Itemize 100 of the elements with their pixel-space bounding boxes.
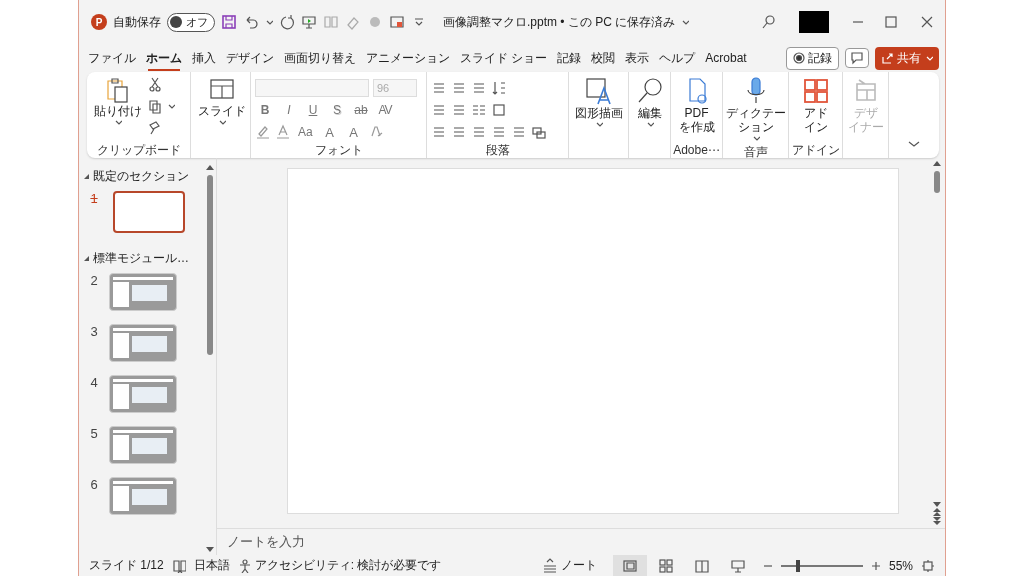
caret-icon [114, 118, 122, 126]
view-button[interactable] [612, 555, 647, 576]
align-center-icon [451, 124, 467, 140]
notes-button[interactable]: ノート [541, 557, 597, 574]
menu-tab[interactable]: スライド ショー [455, 45, 553, 71]
share-button[interactable]: 共有 [875, 46, 939, 70]
close-icon [919, 14, 935, 30]
slide-record-icon [389, 14, 405, 30]
slide-number: 5 [89, 426, 99, 441]
scissors-icon [147, 76, 163, 92]
highlighter-icon [255, 124, 271, 140]
maximize-icon [883, 14, 899, 30]
group-label: アドイン [791, 142, 840, 158]
autosave-label: 自動保存 [113, 13, 161, 31]
menu-tab[interactable]: ホーム [141, 45, 187, 71]
scroll-up-icon [933, 160, 941, 167]
font-style-button[interactable]: S [327, 103, 347, 117]
share-icon [881, 52, 893, 64]
caret-icon [167, 102, 175, 110]
sort-icon [491, 80, 507, 96]
search-icon [761, 14, 777, 30]
next-slide-icon [933, 517, 941, 526]
font-style-button[interactable]: I [279, 103, 299, 117]
chevron-down-icon [681, 18, 690, 26]
zoom-in-icon [870, 560, 881, 571]
font-style-button[interactable]: B [255, 103, 275, 117]
group-label: クリップボード [95, 142, 182, 158]
ribbon-button[interactable]: 編集 [631, 74, 668, 130]
fit-slide-icon [921, 558, 935, 573]
paste-button[interactable]: 貼り付け [91, 74, 145, 128]
minimize-icon [853, 21, 863, 23]
smartart-icon [531, 124, 547, 140]
menu-tab[interactable]: ヘルプ [654, 45, 701, 71]
bullets-icon [431, 80, 447, 96]
section-title[interactable]: 既定のセクション [93, 168, 189, 185]
group-label: 段落 [484, 142, 511, 158]
menu-tab[interactable]: 画面切り替え [279, 45, 361, 71]
presenter-icon [301, 14, 317, 30]
normal-view-icon [621, 557, 638, 574]
menu-tab[interactable]: 表示 [620, 45, 655, 71]
font-style-button[interactable]: ab [351, 103, 371, 117]
record-dot-icon [367, 14, 383, 30]
group-label: 音声 [743, 144, 768, 160]
new-slide-button[interactable]: スライド [195, 74, 249, 128]
font-color-icon [275, 124, 291, 140]
font-style-button[interactable]: AV [375, 103, 395, 117]
shapes-icon [583, 76, 614, 106]
align-left-icon [431, 124, 447, 140]
font-size-button[interactable]: A [343, 124, 364, 140]
slide-indicator: スライド 1/12 [89, 557, 164, 574]
align-right-icon [471, 124, 487, 140]
scroll-down-icon [933, 501, 941, 508]
scrollbar-thumb[interactable] [207, 175, 213, 355]
menu-tab[interactable]: 校閲 [586, 45, 621, 71]
layout-icon [323, 14, 339, 30]
ribbon-button[interactable]: ディクテー ション [722, 74, 789, 144]
slide-sorter-icon [657, 557, 674, 574]
menu-tab[interactable]: 挿入 [187, 45, 221, 71]
caret-icon [751, 134, 760, 142]
slide-number: 6 [89, 477, 99, 492]
scrollbar-thumb[interactable] [934, 171, 940, 193]
menu-tab[interactable]: Acrobat [700, 47, 752, 69]
language-label[interactable]: 日本語 [193, 557, 230, 574]
ribbon-button[interactable]: PDF を作成 [675, 74, 718, 136]
font-size-button[interactable]: A [319, 124, 340, 140]
slide-number: 4 [89, 375, 99, 390]
menu-tab[interactable]: デザイン [221, 45, 279, 71]
app-logo: P [91, 14, 107, 30]
accessibility-status[interactable]: アクセシビリティ: 検討が必要です [254, 557, 442, 574]
caret-icon [218, 118, 226, 126]
group-label: フォント [313, 142, 364, 158]
comment-button[interactable] [845, 48, 869, 68]
record-button[interactable]: 記録 [786, 46, 839, 70]
autosave-toggle[interactable]: オフ [167, 12, 215, 32]
menu-tab[interactable]: 記録 [552, 45, 587, 71]
font-name-field[interactable] [255, 79, 369, 97]
ribbon-button[interactable]: 図形描画 [571, 74, 626, 130]
distribute-icon [511, 124, 527, 140]
section-title[interactable]: 標準モジュール… [93, 250, 189, 267]
caret-icon [925, 54, 933, 62]
zoom-slider-thumb[interactable] [795, 559, 800, 572]
document-title[interactable]: 画像調整マクロ.pptm • この PC に保存済み [443, 13, 676, 31]
notes-icon [541, 557, 558, 574]
slide-thumbnail[interactable] [113, 191, 185, 233]
menu-tab[interactable]: アニメーション [361, 45, 455, 71]
align-text-icon [491, 102, 507, 118]
reading-view-icon [693, 557, 710, 574]
font-size-button[interactable]: Aa [295, 125, 316, 139]
font-style-button[interactable]: U [303, 103, 323, 117]
scroll-down-icon [206, 546, 214, 553]
copy-icon [147, 98, 163, 114]
notes-field[interactable]: ノートを入力 [227, 533, 305, 551]
spelling-icon [171, 558, 186, 573]
accessibility-icon [237, 558, 252, 573]
zoom-percent[interactable]: 55% [888, 558, 913, 573]
redo-icon [279, 14, 295, 30]
menu-tab[interactable]: ファイル [83, 45, 141, 71]
justify-icon [491, 124, 507, 140]
save-icon [221, 14, 237, 30]
ribbon-button[interactable]: アド イン [797, 74, 834, 136]
